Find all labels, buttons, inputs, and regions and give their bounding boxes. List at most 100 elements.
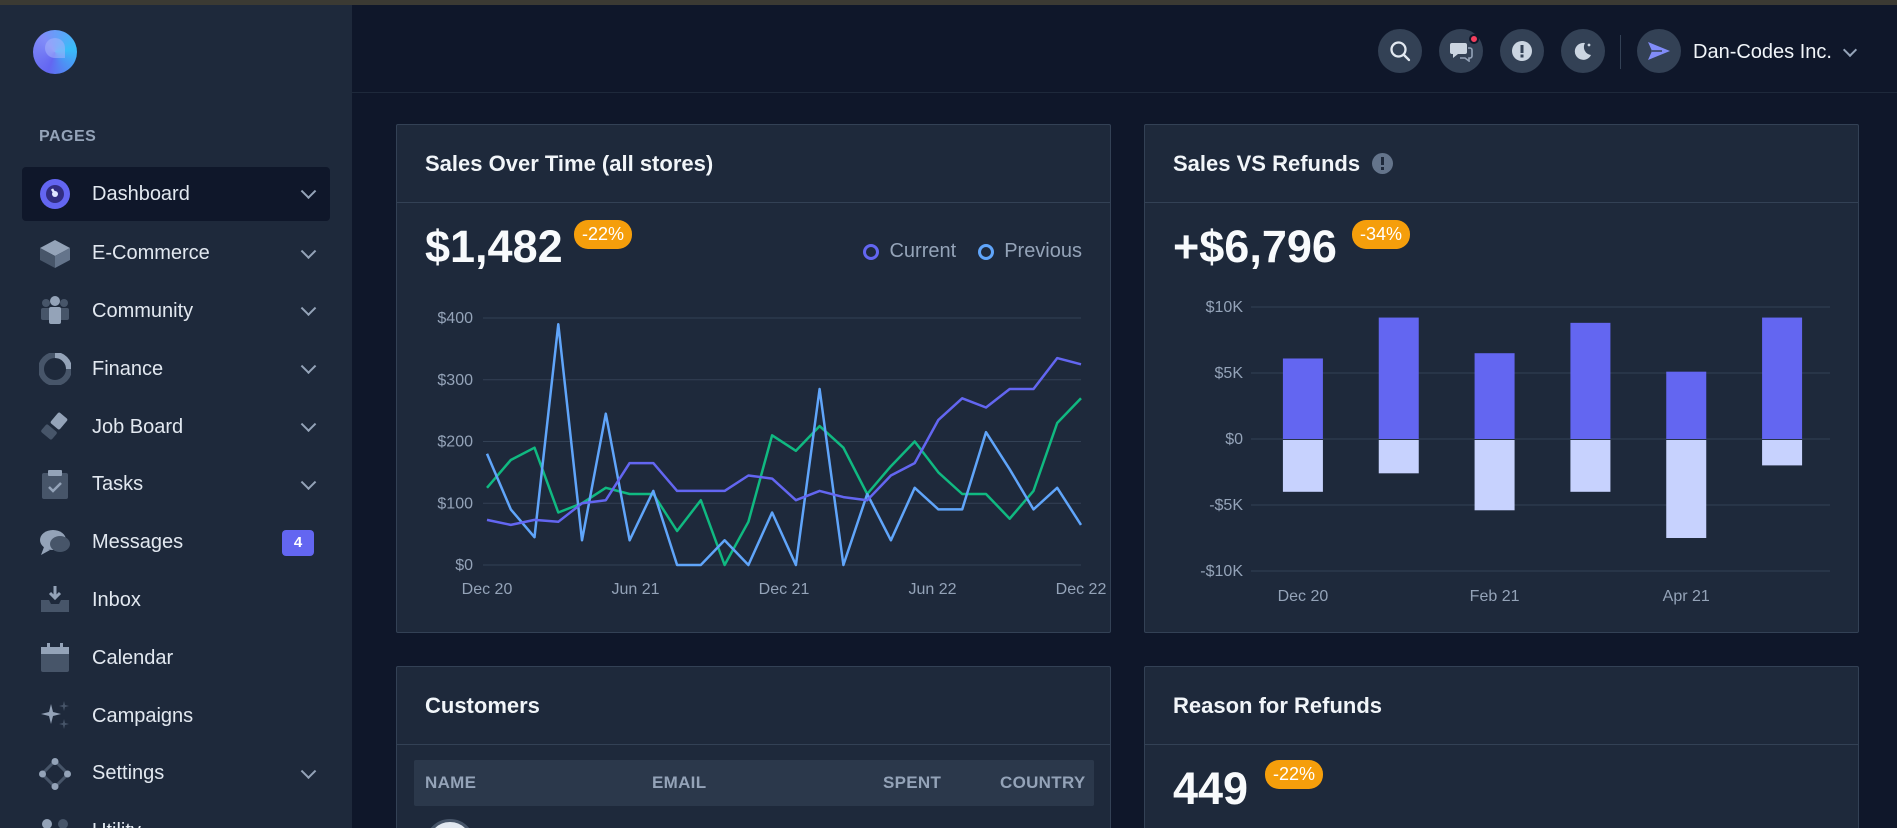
sidebar-nav: Dashboard E-Commerce Community Finance Job B… [22,167,330,828]
sales-over-time-card: Sales Over Time (all stores) $1,482 -22%… [396,124,1111,633]
legend-item-current[interactable]: Current [863,240,956,263]
utility-icon [38,815,72,828]
x-tick-label: Dec 20 [462,581,513,598]
customer-avatar [425,819,475,828]
card-header: Customers [397,667,1110,745]
refund-bar [1474,440,1515,511]
sidebar-item-community[interactable]: Community [22,283,330,341]
series-line-previous [485,322,1083,567]
search-button[interactable] [1378,29,1422,73]
card-title: Customers [425,692,540,718]
tasks-icon [38,468,72,502]
sales-line-chart: $0 $100 $200 $300 $400 Dec 20 Jun 21 Dec 21 Jun … [437,310,1107,598]
sidebar-item-tasks[interactable]: Tasks [22,456,330,514]
info-button[interactable] [1500,29,1544,73]
chat-icon [1450,43,1473,62]
chevron-down-icon[interactable] [300,243,317,259]
y-tick-label: -$10K [1200,563,1243,580]
sales-total-value: $1,482 [425,221,563,272]
user-avatar[interactable] [1637,29,1681,73]
customers-card: Customers NAME EMAIL SPENT COUNTRY [396,666,1111,828]
y-tick-label: $100 [437,495,473,512]
chevron-down-icon[interactable] [300,763,317,779]
sidebar-item-dashboard[interactable]: Dashboard [22,167,330,221]
sidebar-item-finance[interactable]: Finance [22,340,330,398]
x-tick-label: Dec 21 [759,581,810,598]
y-tick-label: $10K [1206,299,1244,316]
card-header: Reason for Refunds [1145,667,1858,745]
column-header-country[interactable]: COUNTRY [1000,773,1086,793]
sidebar-item-label: Community [92,299,194,322]
top-header: Dan-Codes Inc. [352,5,1897,93]
notification-dot [1469,34,1479,44]
change-badge: -34% [1352,220,1411,249]
messages-icon [38,526,72,560]
chevron-down-icon[interactable] [300,474,317,490]
sidebar-item-label: Inbox [92,588,141,611]
inbox-icon [38,583,72,617]
sidebar-item-job-board[interactable]: Job Board [22,398,330,456]
card-title: Sales Over Time (all stores) [425,150,714,176]
legend-dot-current [863,243,880,260]
chevron-down-icon[interactable] [300,183,317,200]
column-header-name[interactable]: NAME [425,773,476,793]
sidebar-item-e-commerce[interactable]: E-Commerce [22,225,330,283]
messages-button[interactable] [1439,29,1483,73]
y-tick-label: -$5K [1209,497,1243,514]
sales-bar [1762,317,1803,439]
refund-bar [1570,440,1611,492]
legend-dot-previous [978,243,995,260]
chevron-down-icon[interactable] [1842,42,1858,58]
y-tick-label: $300 [437,372,473,389]
theme-toggle-button[interactable] [1561,29,1605,73]
info-icon [1512,41,1532,61]
info-icon[interactable] [1372,153,1394,174]
settings-icon [38,757,72,791]
sales-bar [1474,353,1515,439]
sidebar-item-label: Calendar [92,646,174,669]
change-badge: -22% [1265,760,1324,789]
calendar-icon [38,641,72,675]
sales-refunds-bar-chart: -$10K -$5K $0 $5K $10K Dec 20 Feb 21 Apr 21 [1200,299,1830,605]
sales-vs-refunds-card: Sales VS Refunds +$6,796 -34% -$10K -$5K $… [1144,124,1859,633]
column-header-email[interactable]: EMAIL [652,773,706,793]
dashboard-icon [38,177,72,211]
sidebar-item-label: E-Commerce [92,242,210,265]
sidebar-item-label: Campaigns [92,704,194,727]
card-header: Sales Over Time (all stores) [397,125,1110,203]
sidebar-item-campaigns[interactable]: Campaigns [22,687,330,745]
x-tick-label: Feb 21 [1470,588,1520,605]
user-name[interactable]: Dan-Codes Inc. [1693,41,1832,64]
sidebar-item-label: Dashboard [92,182,190,205]
refund-bar [1666,440,1707,538]
card-header: Sales VS Refunds [1145,125,1858,203]
sidebar-item-calendar[interactable]: Calendar [22,629,330,687]
x-tick-label: Jun 22 [908,581,956,598]
sidebar-item-inbox[interactable]: Inbox [22,572,330,630]
refund-count-value: 449 [1173,763,1249,814]
ecommerce-icon [38,237,72,271]
chevron-down-icon[interactable] [300,416,317,433]
sidebar-item-utility[interactable]: Utility [22,803,330,828]
sidebar-item-messages[interactable]: Messages 4 [22,514,330,572]
sales-bar [1666,371,1707,439]
x-tick-label: Dec 22 [1056,581,1107,598]
chevron-down-icon[interactable] [300,300,317,317]
app-logo[interactable] [33,30,77,74]
legend-label-current: Current [889,240,957,262]
finance-icon [38,352,72,386]
y-tick-label: $200 [437,434,473,451]
sidebar-item-label: Utility [92,820,141,828]
sidebar-item-label: Messages [92,531,184,554]
moon-icon [1574,42,1591,60]
campaigns-icon [38,699,72,733]
refund-reasons-card: Reason for Refunds 449 -22% [1144,666,1859,828]
unread-count-badge: 4 [282,529,314,556]
column-header-spent[interactable]: SPENT [883,773,941,793]
legend-item-previous[interactable]: Previous [978,240,1082,263]
refund-bar [1282,440,1323,492]
x-tick-label: Apr 21 [1663,588,1710,605]
sidebar-item-label: Settings [92,762,165,785]
chevron-down-icon[interactable] [300,358,317,375]
sidebar-item-settings[interactable]: Settings [22,745,330,803]
